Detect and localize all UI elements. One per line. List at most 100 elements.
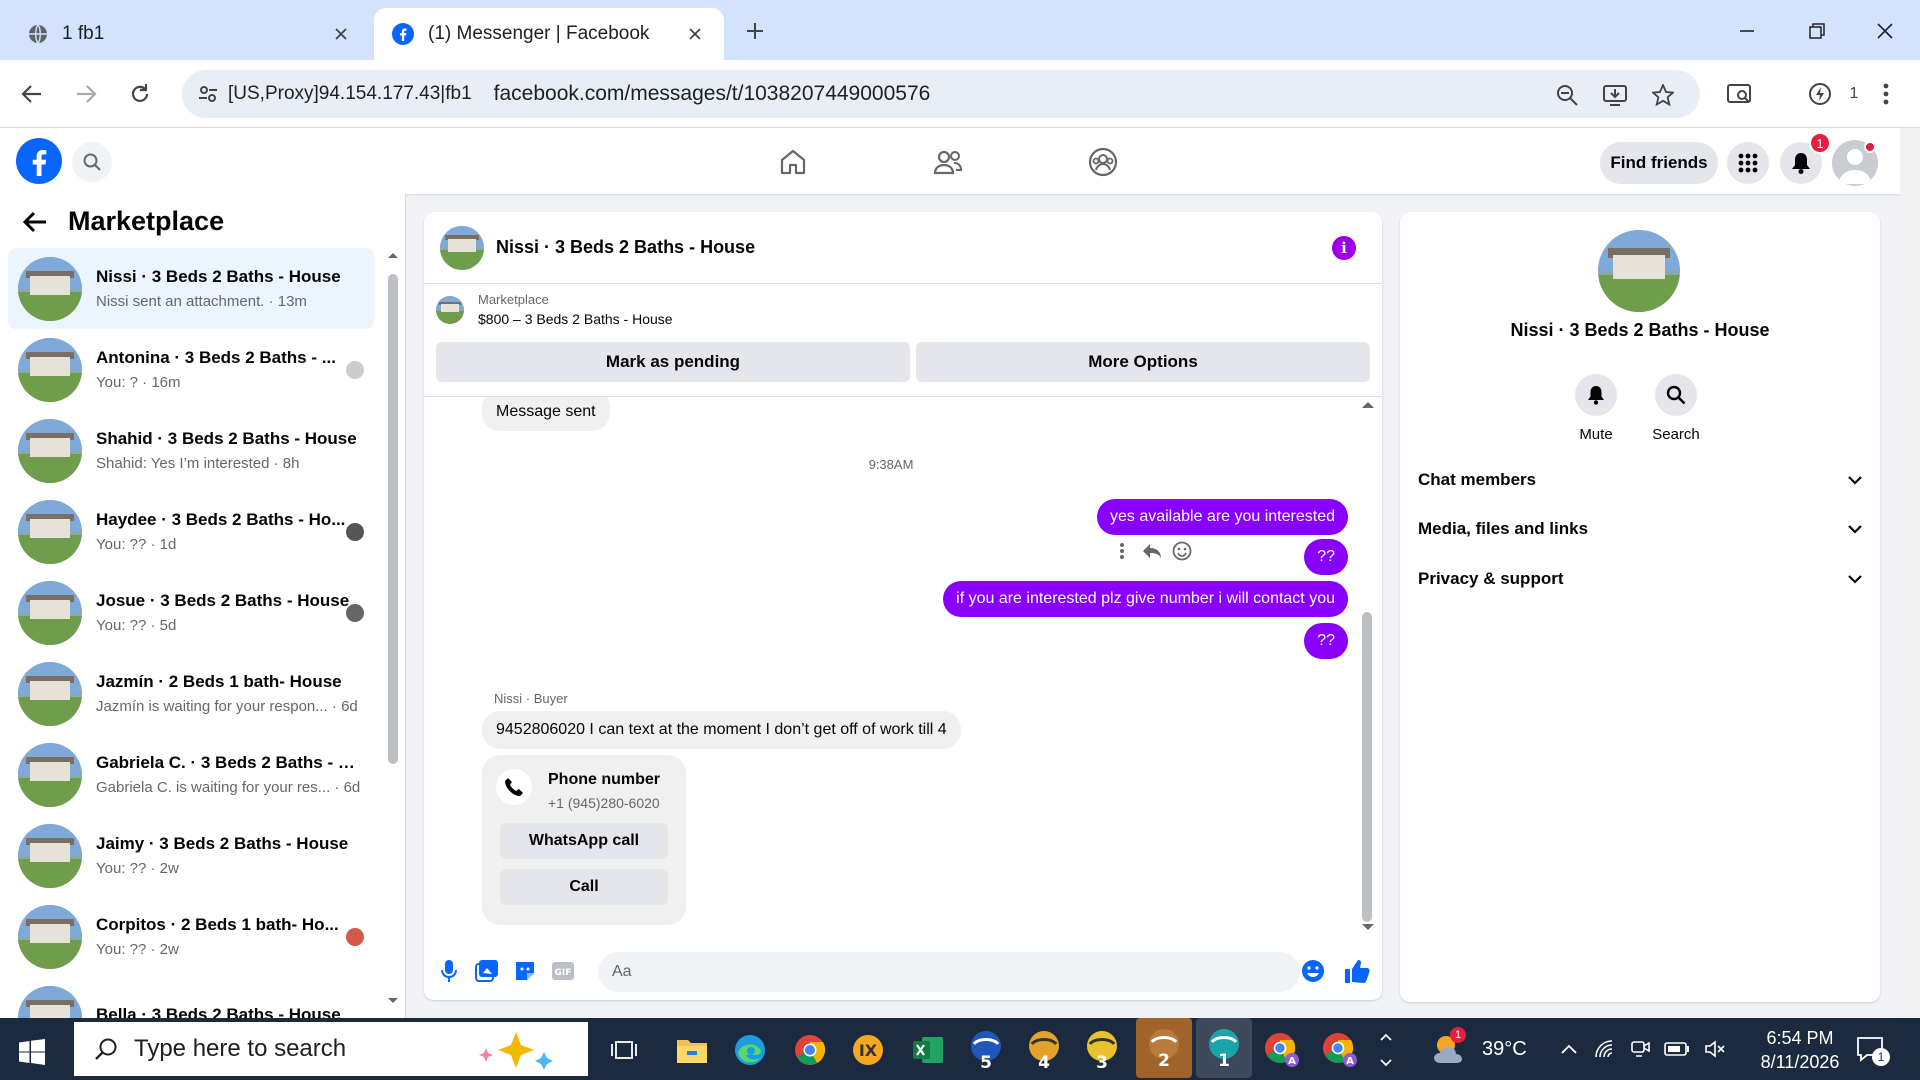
chrome-profile-icon[interactable]: A <box>1260 1028 1304 1072</box>
menu-grid-icon[interactable] <box>1727 142 1769 184</box>
sidebar-scroll-thumb[interactable] <box>388 274 398 764</box>
more-options-button[interactable]: More Options <box>916 342 1370 382</box>
groups-icon[interactable] <box>1083 142 1123 182</box>
sticker-icon[interactable] <box>510 956 540 986</box>
conversation-item[interactable]: Corpitos · 2 Beds 1 bath- Ho... You: ?? ·… <box>8 896 374 977</box>
address-bar[interactable]: [US,Proxy]94.154.177.43|fb1 facebook.com… <box>182 70 1700 118</box>
friends-icon[interactable] <box>928 142 968 182</box>
conversation-preview: You: ? · 16m <box>96 374 181 391</box>
back-arrow-icon[interactable] <box>22 207 52 237</box>
weather-widget[interactable]: 1 39°C <box>1430 1018 1527 1080</box>
conversation-name: Corpitos · 2 Beds 1 bath- Ho... <box>96 915 339 934</box>
call-button[interactable]: Call <box>500 869 668 905</box>
show-hidden-icons-chevron[interactable] <box>1560 1043 1578 1055</box>
conversation-item[interactable]: Josue · 3 Beds 2 Baths - House You: ?? · … <box>8 572 374 653</box>
chat-title[interactable]: Nissi · 3 Beds 2 Baths - House <box>496 237 755 258</box>
sidebar-title: Marketplace <box>68 206 225 236</box>
search-button[interactable] <box>72 142 112 182</box>
page-scrollbar[interactable] <box>1900 128 1920 1018</box>
gif-icon[interactable]: GIF <box>548 956 578 986</box>
ixbrowser-icon[interactable]: IX <box>846 1028 890 1072</box>
conversation-item[interactable]: Jazmín · 2 Beds 1 bath- House Jazmín is w… <box>8 653 374 734</box>
reply-icon[interactable] <box>1140 539 1164 563</box>
search-in-conversation-button[interactable]: Search <box>1636 374 1716 443</box>
tab-fb1[interactable]: 1 fb1 <box>10 8 370 60</box>
chat-listing-photo[interactable] <box>440 225 484 270</box>
conversation-sidebar: Marketplace Nissi · 3 Beds 2 Baths - Hou… <box>0 194 406 1018</box>
notification-center-icon[interactable]: 1 <box>1856 1018 1890 1080</box>
conversation-thumbnail <box>18 661 82 726</box>
chrome-icon[interactable] <box>788 1028 832 1072</box>
zoom-icon[interactable] <box>1554 82 1580 108</box>
more-menu-icon[interactable] <box>1870 78 1902 110</box>
tab-messenger[interactable]: (1) Messenger | Facebook <box>374 8 724 60</box>
close-tab-icon[interactable] <box>684 23 706 45</box>
thumbs-up-icon[interactable] <box>1342 956 1372 986</box>
media-files-links-row[interactable]: Media, files and links <box>1418 519 1862 539</box>
file-explorer-icon[interactable] <box>670 1028 714 1072</box>
extension-icon[interactable] <box>1804 78 1836 110</box>
profile-app-5[interactable]: 5 <box>964 1028 1008 1072</box>
taskbar-overflow-chevrons[interactable] <box>1376 1028 1396 1072</box>
profile-app-3[interactable]: 3 <box>1080 1028 1124 1072</box>
row-label: Privacy & support <box>1418 569 1564 588</box>
conversation-item[interactable]: Jaimy · 3 Beds 2 Baths - House You: ?? · … <box>8 815 374 896</box>
browser-tab-bar: 1 fb1 (1) Messenger | Facebook <box>0 0 1920 60</box>
reload-button[interactable] <box>122 76 158 112</box>
profile-listing-photo[interactable] <box>1598 230 1680 312</box>
conversation-preview: Nissi sent an attachment. · 13m <box>96 293 307 310</box>
conversation-name: Bella · 3 Beds 2 Baths - House <box>96 1004 341 1019</box>
photo-icon[interactable] <box>472 956 502 986</box>
conversation-item[interactable]: Antonina · 3 Beds 2 Baths - ... You: ? · … <box>8 329 374 410</box>
close-tab-icon[interactable] <box>330 23 352 45</box>
restore-button[interactable] <box>1800 14 1834 48</box>
marketplace-listing[interactable]: Marketplace $800 – 3 Beds 2 Baths - Hous… <box>436 292 673 327</box>
install-app-icon[interactable] <box>1602 82 1628 108</box>
close-window-button[interactable] <box>1868 14 1902 48</box>
profile-app-4[interactable]: 4 <box>1022 1028 1066 1072</box>
home-icon[interactable] <box>773 142 813 182</box>
emoji-icon[interactable] <box>1298 956 1328 986</box>
profile-app-2[interactable]: 2 <box>1136 1018 1192 1078</box>
back-button[interactable] <box>14 76 50 112</box>
windows-start-icon[interactable] <box>14 1034 50 1070</box>
excel-icon[interactable] <box>906 1028 950 1072</box>
chrome-profile-icon[interactable]: A <box>1318 1028 1362 1072</box>
marketplace-label: Marketplace <box>478 292 549 307</box>
site-settings-icon[interactable] <box>198 84 218 104</box>
forward-button[interactable] <box>68 76 104 112</box>
more-actions-icon[interactable] <box>1110 539 1134 563</box>
profile-name[interactable]: Nissi · 3 Beds 2 Baths - House <box>1400 320 1880 341</box>
conversation-item[interactable]: Nissi · 3 Beds 2 Baths - House Nissi sent… <box>8 248 374 329</box>
listing-title: $800 – 3 Beds 2 Baths - House <box>478 311 673 327</box>
mute-button[interactable]: Mute <box>1556 374 1636 443</box>
conversation-item[interactable]: Haydee · 3 Beds 2 Baths - Ho... You: ?? ·… <box>8 491 374 572</box>
profile-app-1[interactable]: 1 <box>1196 1018 1252 1078</box>
taskbar-search-box[interactable]: Type here to search <box>74 1022 588 1076</box>
info-icon[interactable]: i <box>1332 236 1356 260</box>
mark-as-pending-button[interactable]: Mark as pending <box>436 342 910 382</box>
facebook-logo-icon[interactable] <box>16 138 62 184</box>
network-icon[interactable] <box>1594 1039 1616 1059</box>
url-text[interactable]: facebook.com/messages/t/1038207449000576 <box>494 82 931 106</box>
privacy-support-row[interactable]: Privacy & support <box>1418 569 1862 589</box>
task-view-icon[interactable] <box>602 1028 646 1072</box>
conversation-item[interactable]: Bella · 3 Beds 2 Baths - House <box>8 977 374 1018</box>
battery-icon[interactable] <box>1664 1042 1690 1056</box>
find-friends-button[interactable]: Find friends <box>1600 142 1718 184</box>
minimize-button[interactable] <box>1730 14 1764 48</box>
new-tab-button[interactable] <box>740 16 770 46</box>
chat-members-row[interactable]: Chat members <box>1418 470 1862 490</box>
conversation-item[interactable]: Gabriela C. · 3 Beds 2 Baths - H... Gabri… <box>8 734 374 815</box>
conversation-item[interactable]: Shahid · 3 Beds 2 Baths - House Shahid: Y… <box>8 410 374 491</box>
bookmark-star-icon[interactable] <box>1650 82 1676 108</box>
whatsapp-call-button[interactable]: WhatsApp call <box>500 823 668 859</box>
tab-label: 1 fb1 <box>62 23 105 44</box>
microphone-icon[interactable] <box>434 956 464 986</box>
react-emoji-icon[interactable] <box>1170 539 1194 563</box>
edge-icon[interactable] <box>728 1028 772 1072</box>
tab-search-icon[interactable] <box>1724 78 1756 110</box>
message-input[interactable]: Aa <box>598 952 1300 992</box>
meet-now-icon[interactable] <box>1630 1039 1650 1059</box>
chat-scroll-thumb[interactable] <box>1362 612 1372 922</box>
